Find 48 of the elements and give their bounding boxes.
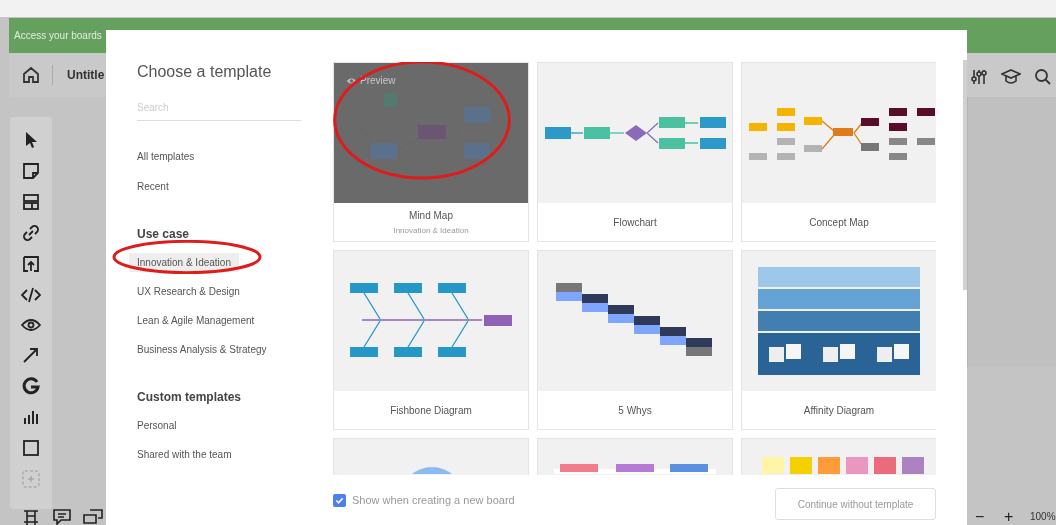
square-icon[interactable] [22,439,40,457]
template-category[interactable]: Shared with the team [137,445,232,464]
template-name: Mind Map [409,208,453,223]
template-card[interactable]: 5 Whys [537,250,733,430]
checkbox[interactable] [333,493,346,507]
template-card[interactable]: Affinity Diagram [741,250,936,430]
zoom-out-button[interactable]: − [975,505,985,525]
board-title[interactable]: Untitle [67,66,105,84]
template-name: 5 Whys [618,403,652,418]
template-name: Affinity Diagram [803,403,875,418]
eye-icon [346,76,357,85]
banner-text: Access your boards [14,29,102,43]
zoom-in-button[interactable]: + [1004,505,1014,525]
template-category[interactable]: Recent [137,177,169,196]
template-card[interactable]: Flowchart [537,62,733,242]
section-heading: Custom templates [137,389,243,406]
eye-icon[interactable] [21,317,41,333]
template-name: Fishbone Diagram [390,403,472,418]
upload-icon[interactable] [22,255,40,273]
chat-icon[interactable] [83,509,103,525]
template-category[interactable]: UX Research & Design [137,282,240,301]
layout-icon[interactable] [22,193,40,211]
link-icon[interactable] [22,224,40,242]
template-category-label: Innovation & Ideation [393,224,469,237]
scrollbar[interactable] [963,60,967,290]
graduation-cap-icon[interactable] [1001,68,1021,86]
comment-icon[interactable] [53,509,71,525]
checkbox-label: Show when creating a new board [352,492,515,508]
template-category[interactable]: All templates [137,147,195,166]
zoom-level: 100% [1030,510,1056,524]
template-card[interactable]: Concept Map [741,62,936,242]
sliders-icon[interactable] [971,69,987,85]
code-icon[interactable] [21,286,41,304]
bar-chart-icon[interactable] [22,408,40,426]
template-category[interactable]: Business Analysis & Strategy [137,340,267,359]
template-name: Concept Map [809,215,869,230]
section-heading: Use case [137,226,191,243]
template-card[interactable]: Fishbone Diagram [333,250,529,430]
home-icon[interactable] [22,66,40,84]
search-icon[interactable] [1034,68,1052,86]
letter-g-icon[interactable] [22,377,40,395]
template-name: Flowchart [613,215,657,230]
dialog-title: Choose a template [137,62,273,82]
arrow-icon[interactable] [22,346,40,364]
sticky-note-icon[interactable] [22,162,40,180]
template-category[interactable]: Personal [137,416,177,435]
template-category[interactable]: Lean & Agile Management [137,311,255,330]
frames-icon[interactable] [22,509,40,525]
